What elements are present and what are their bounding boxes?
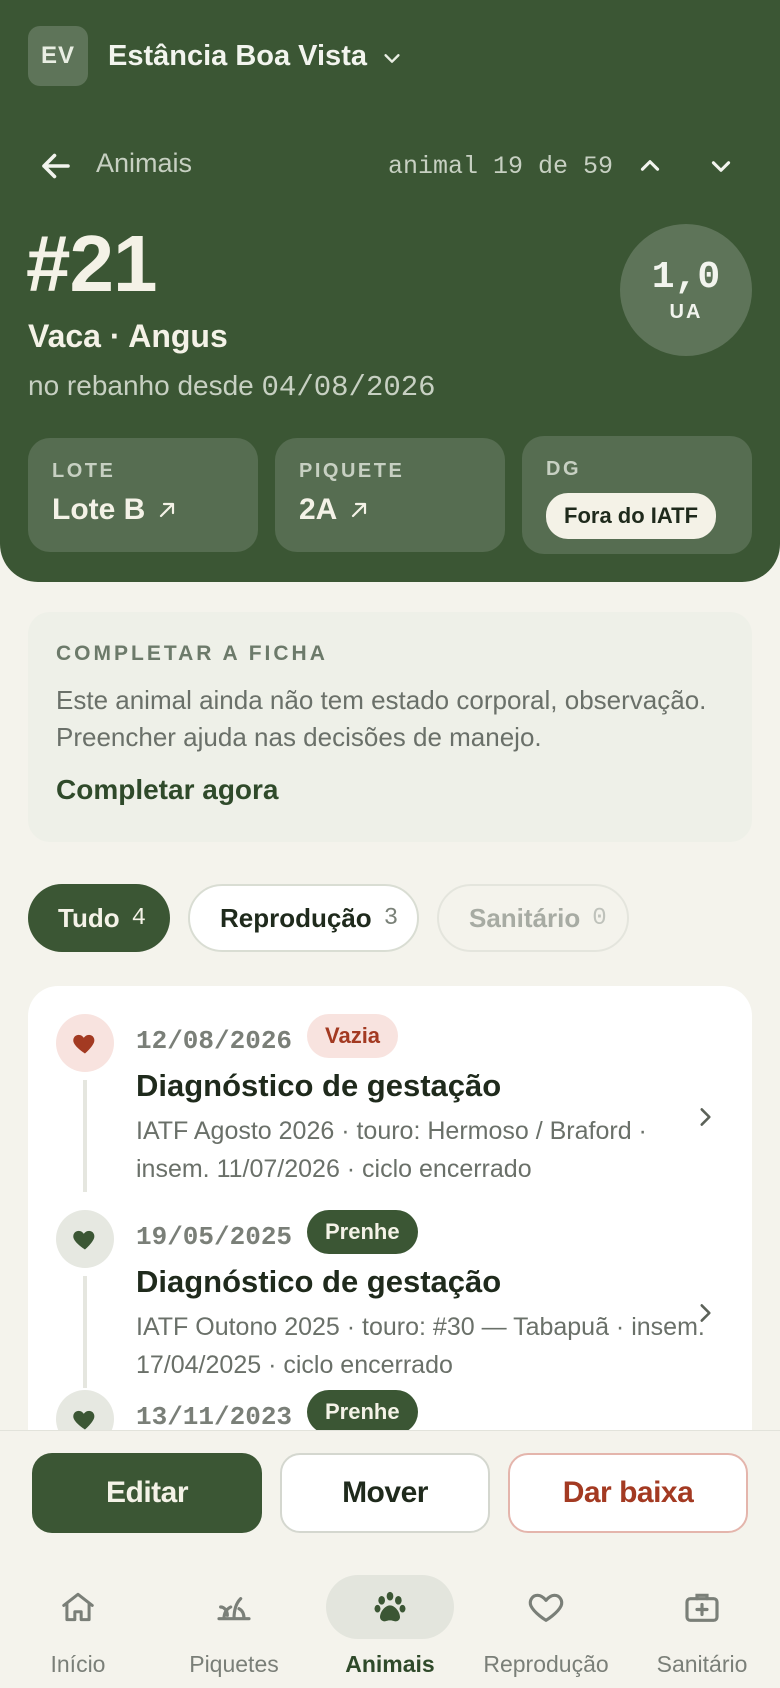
- tab-label: Reprodução: [483, 1651, 609, 1677]
- filter-sanitary[interactable]: Sanitário 0: [437, 884, 629, 952]
- animal-id: #21: [26, 219, 157, 308]
- tab-reproducao[interactable]: Reprodução: [468, 1559, 624, 1688]
- complete-description: Este animal ainda não tem estado corpora…: [56, 685, 707, 752]
- tab-sanitario[interactable]: Sanitário: [624, 1559, 780, 1688]
- paw-icon: [326, 1575, 454, 1639]
- complete-profile-card: COMPLETAR A FICHA Este animal ainda não …: [28, 612, 752, 842]
- event-status-badge: Prenhe: [307, 1210, 418, 1254]
- tab-label: Animais: [345, 1651, 435, 1677]
- herd-since: no rebanho desde 04/08/2026: [28, 370, 436, 404]
- timeline-event[interactable]: 12/08/2026 Vazia Diagnóstico de gestação…: [28, 986, 752, 1192]
- piquete-card[interactable]: PIQUETE 2A: [275, 438, 505, 552]
- animal-position: animal 19 de 59: [388, 152, 614, 181]
- back-link[interactable]: Animais: [96, 148, 192, 179]
- tab-bar: Início Piquetes Animais Reprodução Sanit…: [0, 1559, 780, 1688]
- event-description: IATF Agosto 2026 · touro: Hermoso / Braf…: [136, 1117, 647, 1183]
- farm-avatar: EV: [28, 26, 88, 86]
- back-arrow-icon[interactable]: [38, 148, 74, 184]
- lote-value: Lote B: [52, 493, 234, 527]
- herd-since-label: no rebanho desde: [28, 370, 254, 401]
- filter-reproduction-count: 3: [383, 904, 399, 932]
- piquete-label: PIQUETE: [299, 460, 405, 482]
- complete-now-link[interactable]: Completar agora: [56, 774, 279, 806]
- filter-all-count: 4: [131, 904, 147, 932]
- bottom-bar: Editar Mover Dar baixa Início Piquetes A…: [0, 1430, 780, 1688]
- filter-all-label: Tudo: [58, 902, 120, 933]
- move-button[interactable]: Mover: [280, 1453, 490, 1533]
- remove-animal-button[interactable]: Dar baixa: [508, 1453, 748, 1533]
- heart-icon: [482, 1575, 610, 1639]
- medical-kit-icon: [638, 1575, 766, 1639]
- arrow-up-right-icon: [352, 502, 367, 518]
- timeline-event[interactable]: 19/05/2025 Prenhe Diagnóstico de gestaçã…: [28, 1182, 752, 1388]
- animal-nav: Animais animal 19 de 59: [38, 140, 748, 188]
- lote-label: LOTE: [52, 460, 116, 482]
- heart-icon: [56, 1014, 114, 1072]
- filter-all[interactable]: Tudo 4: [28, 884, 170, 952]
- tab-inicio[interactable]: Início: [0, 1559, 156, 1688]
- timeline-connector: [83, 1080, 87, 1192]
- piquete-value-text: 2A: [299, 493, 338, 526]
- herd-since-date: 04/08/2026: [261, 371, 436, 404]
- ua-unit: UA: [669, 301, 703, 323]
- home-icon: [14, 1575, 142, 1639]
- filter-reproduction-label: Reprodução: [220, 902, 372, 933]
- event-status-badge: Prenhe: [307, 1390, 418, 1434]
- event-date: 12/08/2026: [136, 1026, 293, 1056]
- heart-icon: [56, 1210, 114, 1268]
- tab-label: Piquetes: [189, 1651, 279, 1677]
- chevron-down-icon: [384, 54, 400, 63]
- dg-status-badge: Fora do IATF: [546, 493, 717, 539]
- tab-label: Início: [50, 1651, 106, 1677]
- filter-sanitary-label: Sanitário: [469, 902, 581, 933]
- tab-piquetes[interactable]: Piquetes: [156, 1559, 312, 1688]
- event-date: 19/05/2025: [136, 1222, 293, 1252]
- arrow-up-right-icon: [160, 502, 175, 518]
- filter-reproduction[interactable]: Reprodução 3: [188, 884, 419, 952]
- dg-label: DG: [546, 458, 581, 480]
- farm-name: Estância Boa Vista: [108, 39, 367, 72]
- event-title: Diagnóstico de gestação: [136, 1264, 502, 1299]
- edit-button[interactable]: Editar: [32, 1453, 262, 1533]
- grass-icon: [170, 1575, 298, 1639]
- piquete-value: 2A: [299, 493, 481, 527]
- dg-card: DG Fora do IATF: [522, 436, 752, 554]
- event-title: Diagnóstico de gestação: [136, 1068, 502, 1103]
- chevron-up-icon: [640, 160, 660, 171]
- ua-value: 1,0: [651, 256, 721, 299]
- chevron-right-icon: [700, 1108, 711, 1126]
- tab-animais[interactable]: Animais: [312, 1559, 468, 1688]
- next-animal-button[interactable]: [701, 146, 741, 186]
- chevron-right-icon: [700, 1304, 711, 1322]
- filter-sanitary-count: 0: [592, 904, 607, 932]
- farm-selector[interactable]: EV Estância Boa Vista: [28, 26, 403, 86]
- complete-title: COMPLETAR A FICHA: [56, 642, 328, 665]
- animal-header: EV Estância Boa Vista Animais animal 19 …: [0, 0, 780, 582]
- lote-card[interactable]: LOTE Lote B: [28, 438, 258, 552]
- chevron-down-icon: [711, 161, 731, 172]
- animal-type: Vaca · Angus: [28, 318, 228, 354]
- ua-badge: 1,0 UA: [620, 224, 752, 356]
- event-status-badge: Vazia: [307, 1014, 399, 1058]
- lote-value-text: Lote B: [52, 493, 146, 526]
- previous-animal-button[interactable]: [630, 146, 670, 186]
- tab-label: Sanitário: [656, 1651, 748, 1677]
- event-date: 13/11/2023: [136, 1402, 293, 1432]
